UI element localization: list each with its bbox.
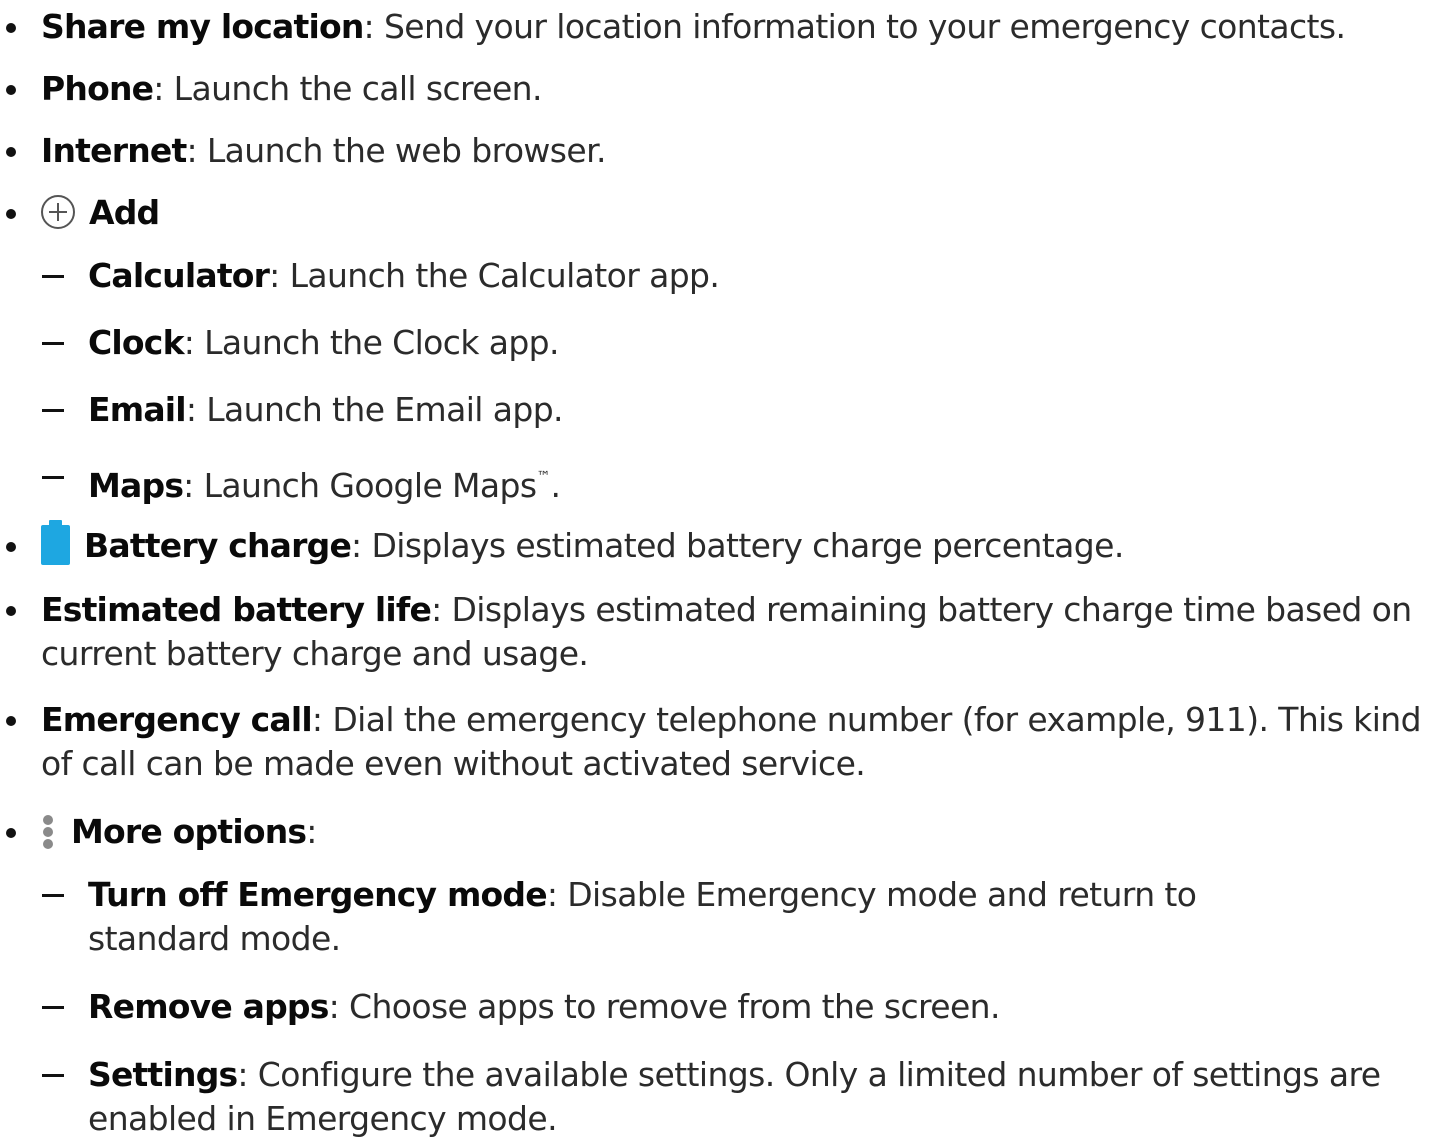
item-term: Calculator: [88, 256, 270, 295]
item-term: Turn off Emergency mode: [88, 875, 548, 914]
list-item-internet: Internet: Launch the web browser.: [0, 129, 607, 173]
sub-item-turn-off-emergency: Turn off Emergency mode: Disable Emergen…: [0, 873, 1197, 961]
list-item-estimated-battery-life: Estimated battery life: Displays estimat…: [0, 588, 1412, 676]
list-item-battery-charge: Battery charge: Displays estimated batte…: [0, 520, 1124, 568]
item-separator: :: [185, 390, 207, 429]
sub-item-maps: Maps: Launch Google Maps™.: [0, 455, 561, 508]
dash: [42, 476, 64, 479]
item-description: Launch Google Maps: [203, 466, 537, 505]
item-separator: :: [328, 987, 350, 1026]
bullet: [6, 147, 16, 157]
item-separator: :: [269, 256, 290, 295]
item-description-continued: standard mode.: [88, 919, 341, 958]
sub-item-calculator: Calculator: Launch the Calculator app.: [0, 254, 720, 298]
list-item-more-options: More options:: [0, 810, 317, 854]
item-term: Add: [89, 193, 160, 232]
battery-icon: [41, 520, 70, 565]
item-separator: :: [311, 700, 333, 739]
item-term: Share my location: [41, 7, 364, 46]
bullet: [6, 716, 16, 726]
item-description-continued: of call can be made even without activat…: [41, 744, 866, 783]
sub-item-clock: Clock: Launch the Clock app.: [0, 321, 560, 365]
item-description: Launch the Clock app.: [204, 323, 559, 362]
item-separator: :: [183, 466, 204, 505]
bullet: [6, 209, 16, 219]
item-separator: :: [363, 7, 384, 46]
dash: [42, 1074, 64, 1077]
item-description-continued: current battery charge and usage.: [41, 634, 589, 673]
item-separator: :: [431, 590, 452, 629]
item-term: Settings: [88, 1055, 238, 1094]
dash: [42, 409, 64, 412]
item-description: Displays estimated battery charge percen…: [371, 526, 1124, 565]
item-term: Phone: [41, 69, 154, 108]
item-term: Emergency call: [41, 700, 313, 739]
item-separator: :: [153, 69, 174, 108]
add-circle-icon: [41, 195, 75, 229]
item-description: Configure the available settings. Only a…: [257, 1055, 1381, 1094]
dash: [42, 1006, 64, 1009]
item-end: .: [550, 466, 561, 505]
item-description: Send your location information to your e…: [383, 7, 1346, 46]
item-separator: :: [351, 526, 372, 565]
item-description: Launch the Calculator app.: [289, 256, 720, 295]
item-description: Launch the call screen.: [173, 69, 543, 108]
list-item-phone: Phone: Launch the call screen.: [0, 67, 542, 111]
list-item-emergency-call: Emergency call: Dial the emergency telep…: [0, 698, 1422, 786]
document-page: Share my location: Send your location in…: [0, 0, 1456, 1144]
list-item-share-location: Share my location: Send your location in…: [0, 5, 1346, 49]
item-description: Displays estimated remaining battery cha…: [451, 590, 1412, 629]
dash: [42, 342, 64, 345]
item-term: Internet: [41, 131, 187, 170]
trademark-symbol: ™: [536, 469, 551, 485]
item-description: Launch the web browser.: [206, 131, 607, 170]
item-separator: :: [186, 131, 207, 170]
item-description: Disable Emergency mode and return to: [567, 875, 1197, 914]
item-term: Estimated battery life: [41, 590, 432, 629]
sub-item-settings: Settings: Configure the available settin…: [0, 1053, 1381, 1141]
item-term: Battery charge: [84, 526, 352, 565]
dash: [42, 894, 64, 897]
bullet: [6, 828, 16, 838]
item-term: Email: [88, 390, 187, 429]
item-description: Choose apps to remove from the screen.: [349, 987, 1000, 1026]
item-separator: :: [183, 323, 205, 362]
item-term: Maps: [88, 466, 184, 505]
item-separator: :: [546, 875, 568, 914]
item-term: Clock: [88, 323, 185, 362]
item-description: Launch the Email app.: [206, 390, 563, 429]
sub-item-email: Email: Launch the Email app.: [0, 388, 564, 432]
list-item-add: Add: [0, 191, 160, 235]
bullet: [6, 606, 16, 616]
bullet: [6, 542, 16, 552]
sub-item-remove-apps: Remove apps: Choose apps to remove from …: [0, 985, 1000, 1029]
item-separator: :: [237, 1055, 258, 1094]
bullet: [6, 23, 16, 33]
more-options-icon: [41, 811, 55, 851]
item-description: Dial the emergency telephone number (for…: [332, 700, 1421, 739]
item-description-continued: enabled in Emergency mode.: [88, 1099, 558, 1138]
item-term: More options: [71, 812, 307, 851]
dash: [42, 275, 64, 278]
item-separator: :: [306, 812, 317, 851]
item-term: Remove apps: [88, 987, 329, 1026]
bullet: [6, 85, 16, 95]
